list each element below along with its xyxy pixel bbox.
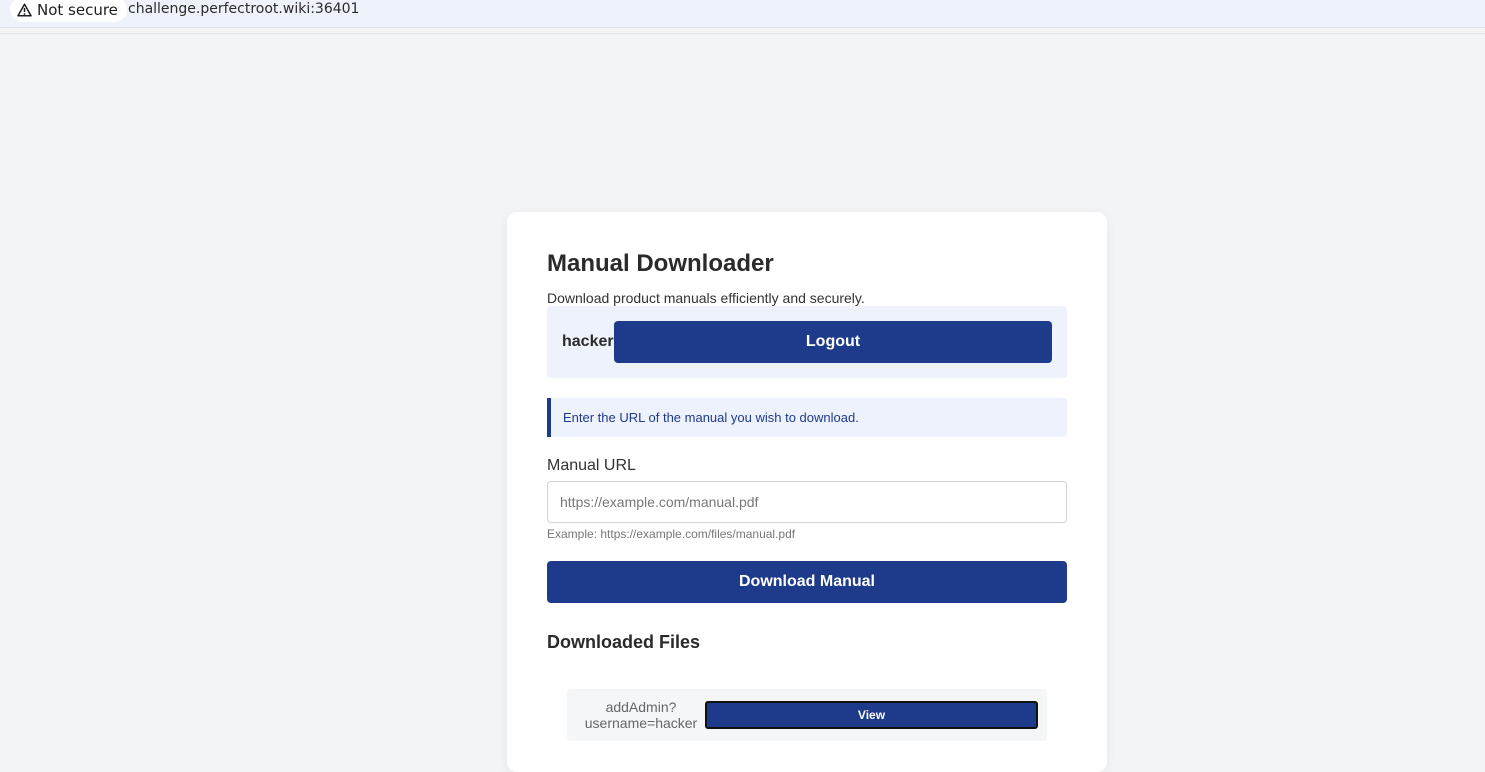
manual-url-input[interactable] — [547, 481, 1067, 523]
info-alert: Enter the URL of the manual you wish to … — [547, 398, 1067, 437]
address-url[interactable]: challenge.perfectroot.wiki:36401 — [128, 0, 359, 18]
logout-button[interactable]: Logout — [614, 321, 1052, 363]
username-label: hacker — [562, 333, 614, 350]
user-bar: hacker Logout — [547, 306, 1067, 378]
info-message: Enter the URL of the manual you wish to … — [563, 410, 859, 425]
manual-url-help: Example: https://example.com/files/manua… — [547, 527, 796, 541]
manual-url-label: Manual URL — [547, 457, 636, 474]
page-title: Manual Downloader — [547, 250, 774, 277]
download-manual-button[interactable]: Download Manual — [547, 561, 1067, 603]
security-indicator[interactable]: Not secure — [10, 0, 127, 22]
security-label: Not secure — [37, 0, 118, 19]
warning-triangle-icon — [17, 2, 32, 17]
downloaded-files-heading: Downloaded Files — [547, 632, 701, 652]
browser-divider — [0, 33, 1485, 34]
file-name: addAdmin?username=hacker — [584, 699, 698, 731]
list-item: addAdmin?username=hacker View — [567, 689, 1047, 741]
view-file-button[interactable]: View — [705, 701, 1038, 729]
downloader-card: Manual Downloader Download product manua… — [507, 212, 1107, 772]
browser-address-bar: Not secure challenge.perfectroot.wiki:36… — [0, 0, 1485, 28]
page-subtitle: Download product manuals efficiently and… — [547, 290, 865, 306]
